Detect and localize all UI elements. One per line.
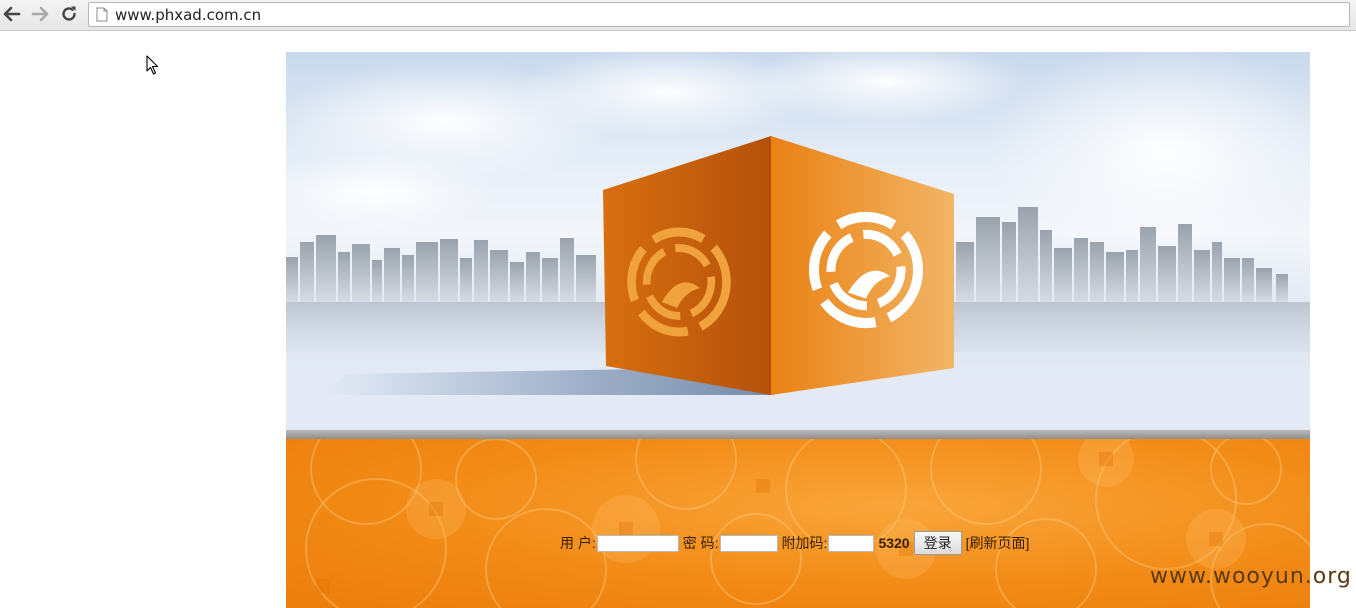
forward-button[interactable] xyxy=(29,3,51,25)
url-text: www.phxad.com.cn xyxy=(115,6,262,24)
mouse-cursor-icon xyxy=(146,55,159,75)
browser-toolbar: www.phxad.com.cn xyxy=(0,0,1356,31)
login-button[interactable]: 登录 xyxy=(913,531,962,555)
password-label: 密 码: xyxy=(682,535,719,551)
banner-image xyxy=(286,52,1310,430)
extra-code-label: 附加码: xyxy=(781,535,828,551)
refresh-page-link[interactable]: [刷新页面] xyxy=(966,533,1030,553)
divider-bar xyxy=(286,430,1310,439)
verification-code: 5320 xyxy=(878,535,910,551)
city-cube-illustration xyxy=(286,52,1310,430)
password-input[interactable] xyxy=(719,534,778,552)
extra-code-input[interactable] xyxy=(828,534,875,552)
address-bar[interactable]: www.phxad.com.cn xyxy=(88,2,1350,27)
reload-icon xyxy=(62,6,76,21)
watermark: www.wooyun.org xyxy=(1150,564,1352,589)
username-label: 用 户: xyxy=(560,535,596,551)
page-icon xyxy=(96,7,108,22)
arrow-left-icon xyxy=(3,6,21,22)
back-button[interactable] xyxy=(1,3,23,25)
login-form: 用 户: 密 码: 附加码: 5320 登录 [刷新页面] xyxy=(560,531,1029,555)
arrow-right-icon xyxy=(31,6,49,22)
username-input[interactable] xyxy=(596,534,679,552)
reload-button[interactable] xyxy=(58,3,80,25)
